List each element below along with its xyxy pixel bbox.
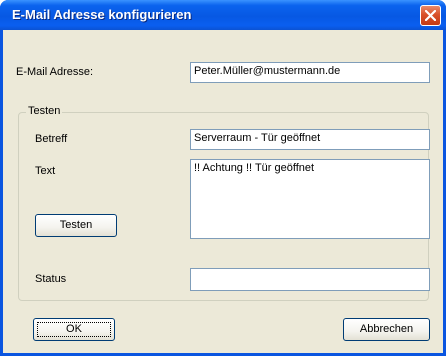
message-textarea[interactable]: !! Achtung !! Tür geöffnet [190,159,430,239]
focus-rectangle [37,322,111,337]
window-title: E-Mail Adresse konfigurieren [12,7,192,22]
title-bar[interactable]: E-Mail Adresse konfigurieren [0,0,446,30]
test-group-legend: Testen [26,105,63,117]
email-field[interactable]: Peter.Müller@mustermann.de [190,62,430,83]
text-label: Text [35,165,56,177]
status-field[interactable] [190,268,430,291]
dialog-client-area: E-Mail Adresse: Peter.Müller@mustermann.… [3,30,443,353]
close-button[interactable] [420,5,441,26]
subject-label: Betreff [35,133,68,145]
email-label: E-Mail Adresse: [16,66,94,78]
ok-button[interactable]: OK [33,318,115,341]
status-label: Status [35,273,67,285]
close-icon [425,10,436,21]
subject-field[interactable]: Serverraum - Tür geöffnet [190,129,430,150]
dialog-window: E-Mail Adresse konfigurieren E-Mail Adre… [0,0,446,356]
test-button[interactable]: Testen [35,214,117,237]
cancel-button[interactable]: Abbrechen [343,318,430,341]
